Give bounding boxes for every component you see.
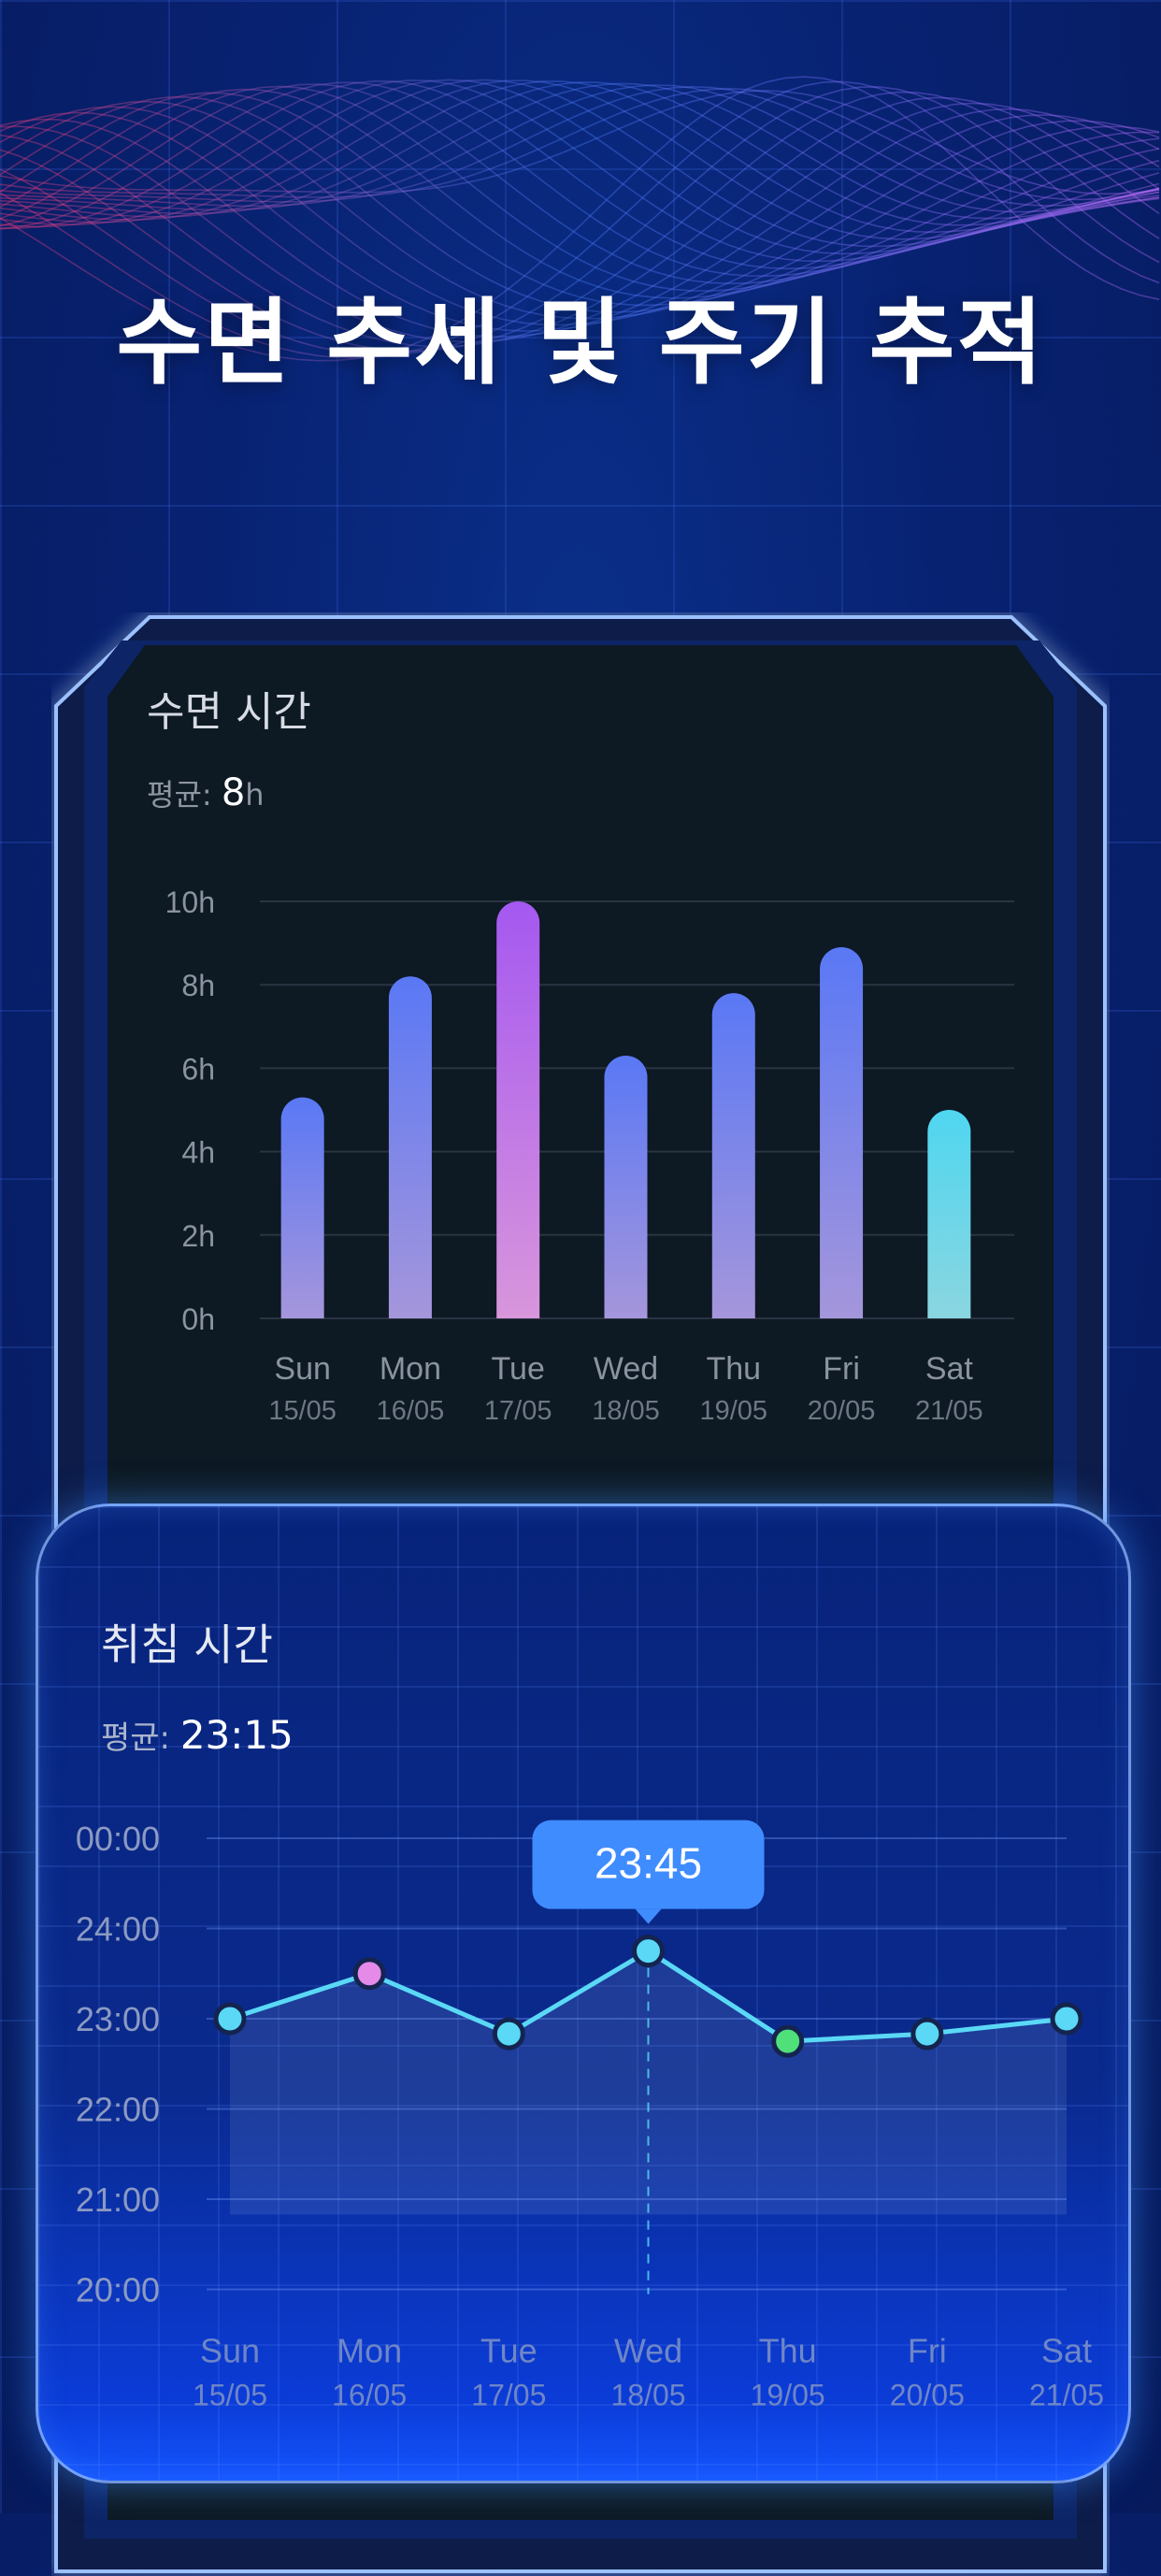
- bar: [604, 1056, 648, 1318]
- x-tick-label: Thu: [759, 2332, 817, 2370]
- x-tick-label: Fri: [823, 1351, 860, 1387]
- data-point: [352, 1957, 386, 1991]
- x-date-label: 21/05: [915, 1396, 983, 1421]
- x-date-label: 18/05: [610, 2379, 685, 2412]
- y-tick-label: 21:00: [76, 2180, 160, 2219]
- x-tick-label: Tue: [492, 1351, 545, 1387]
- x-tick-label: Wed: [594, 1351, 658, 1387]
- average-label: 평균:: [147, 777, 212, 813]
- x-date-label: 20/05: [808, 1396, 876, 1421]
- bar: [496, 901, 540, 1318]
- bedtime-card: 취침 시간 평균: 23:15 00:00 24:00 23:00 22:00 21:0…: [36, 1504, 1131, 2483]
- y-tick-label: 4h: [181, 1136, 215, 1170]
- bar: [388, 976, 432, 1318]
- average-value: 8: [221, 771, 246, 814]
- bar: [820, 947, 864, 1318]
- sleep-average: 평균: 8h: [147, 771, 265, 814]
- x-date-label: 17/05: [484, 1396, 552, 1421]
- x-tick-label: Mon: [380, 1351, 441, 1387]
- bar: [927, 1110, 971, 1318]
- tooltip-pointer: [635, 1908, 662, 1924]
- x-date-label: 21/05: [1029, 2379, 1104, 2412]
- data-point: [632, 1935, 665, 1968]
- x-date-label: 17/05: [471, 2379, 546, 2412]
- data-point: [771, 2024, 805, 2058]
- bedtime-average: 평균: 23:15: [101, 1712, 294, 1758]
- x-tick-label: Fri: [908, 2332, 947, 2370]
- data-point: [492, 2017, 525, 2051]
- bar: [711, 993, 755, 1318]
- x-tick-label: Sun: [274, 1351, 331, 1387]
- data-point: [213, 2002, 247, 2036]
- y-tick-label: 0h: [181, 1302, 215, 1336]
- x-date-label: 16/05: [377, 1396, 445, 1421]
- average-value: 23:15: [179, 1712, 294, 1758]
- y-tick-label: 23:00: [76, 2000, 160, 2038]
- bar: [280, 1097, 324, 1318]
- y-tick-label: 22:00: [76, 2091, 160, 2129]
- x-date-label: 15/05: [268, 1396, 337, 1421]
- x-tick-label: Mon: [337, 2332, 402, 2370]
- y-tick-label: 2h: [181, 1219, 215, 1253]
- x-tick-label: Sun: [200, 2332, 260, 2370]
- wave-line: [0, 79, 1160, 270]
- x-tick-label: Sat: [1041, 2332, 1092, 2370]
- x-tick-label: Tue: [480, 2332, 538, 2370]
- bedtime-line-chart: 00:00 24:00 23:00 22:00 21:00 20:00 Sun 15/05 Mo…: [76, 1820, 1104, 2412]
- x-tick-label: Thu: [706, 1351, 761, 1387]
- headline: 수면 추세 및 주기 추적: [116, 288, 1045, 397]
- y-tick-label: 24:00: [76, 1910, 160, 1949]
- x-tick-label: Wed: [614, 2332, 682, 2370]
- wave-line: [0, 85, 1160, 292]
- bedtime-title: 취침 시간: [101, 1619, 273, 1670]
- x-date-label: 19/05: [699, 1396, 767, 1421]
- average-label: 평균:: [101, 1720, 171, 1757]
- data-point: [1050, 2002, 1083, 2036]
- x-date-label: 15/05: [193, 2379, 267, 2412]
- x-date-label: 16/05: [332, 2379, 407, 2412]
- x-tick-label: Sat: [925, 1351, 974, 1387]
- y-tick-label: 00:00: [76, 1820, 160, 1858]
- y-tick-label: 8h: [181, 969, 215, 1002]
- y-tick-label: 6h: [181, 1052, 215, 1086]
- wave-line: [0, 79, 1160, 263]
- sleep-duration-bar-chart: 10h 8h 6h 4h 2h 0h Sun 15/05 Mon 16/05 Tue 17/05 Wed…: [165, 885, 1014, 1421]
- x-date-label: 18/05: [592, 1396, 660, 1421]
- sleep-duration-title: 수면 시간: [147, 688, 311, 736]
- average-unit: h: [245, 777, 265, 813]
- data-point: [910, 2017, 944, 2051]
- y-tick-label: 20:00: [76, 2271, 160, 2310]
- x-date-label: 19/05: [751, 2379, 825, 2412]
- x-date-label: 20/05: [890, 2379, 965, 2412]
- tooltip-label: 23:45: [595, 1839, 702, 1888]
- y-tick-label: 10h: [165, 885, 215, 919]
